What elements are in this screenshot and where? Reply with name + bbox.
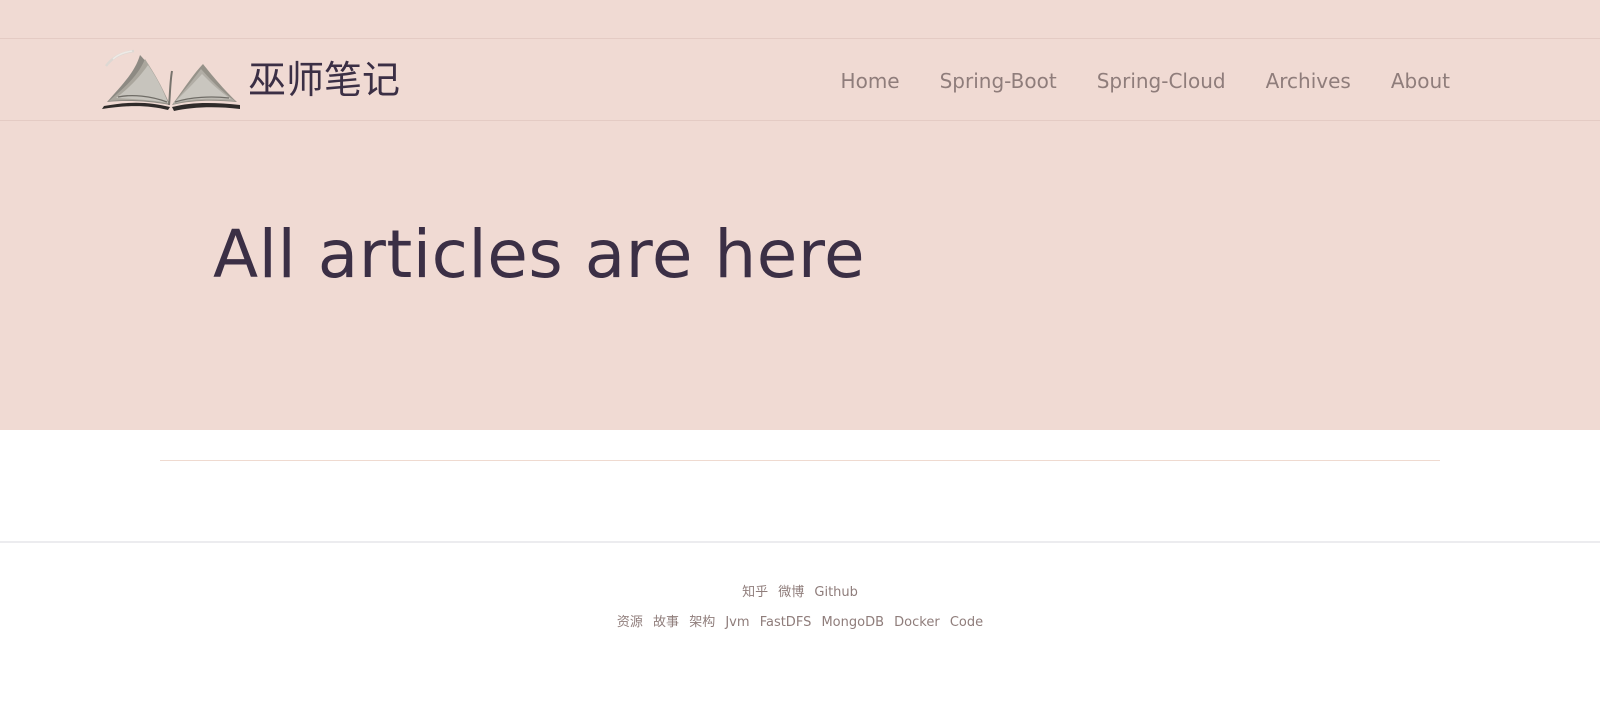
page-title: All articles are here [213, 216, 866, 293]
footer-github-link[interactable]: Github [814, 585, 858, 600]
footer-jvm-link[interactable]: Jvm [725, 615, 749, 630]
main-navigation: Home Spring-Boot Spring-Cloud Archives A… [821, 64, 1470, 98]
site-header: 巫师笔记 Home Spring-Boot Spring-Cloud Archi… [0, 39, 1600, 121]
footer-weibo-link[interactable]: 微博 [778, 585, 804, 600]
nav-spring-cloud-link[interactable]: Spring-Cloud [1077, 64, 1246, 98]
nav-archives-link[interactable]: Archives [1246, 64, 1371, 98]
footer-topic-links: 资源 故事 架构 Jvm FastDFS MongoDB Docker Code [0, 614, 1600, 632]
footer-zhihu-link[interactable]: 知乎 [742, 585, 768, 600]
site-title: 巫师笔记 [248, 58, 401, 102]
nav-about-link[interactable]: About [1371, 64, 1470, 98]
footer-stories-link[interactable]: 故事 [653, 615, 679, 630]
top-strip [0, 0, 1600, 39]
footer-code-link[interactable]: Code [950, 615, 983, 630]
footer-social-links: 知乎 微博 Github [0, 584, 1600, 602]
footer-architecture-link[interactable]: 架构 [689, 615, 715, 630]
site-brand-link[interactable]: 巫师笔记 [100, 47, 400, 113]
nav-spring-boot-link[interactable]: Spring-Boot [920, 64, 1077, 98]
footer-docker-link[interactable]: Docker [894, 615, 940, 630]
footer-fastdfs-link[interactable]: FastDFS [760, 615, 812, 630]
nav-home-link[interactable]: Home [821, 64, 920, 98]
footer-divider [0, 541, 1600, 543]
footer-resources-link[interactable]: 资源 [617, 615, 643, 630]
open-book-icon [102, 49, 240, 111]
content-divider [160, 460, 1440, 461]
footer-mongodb-link[interactable]: MongoDB [821, 615, 884, 630]
